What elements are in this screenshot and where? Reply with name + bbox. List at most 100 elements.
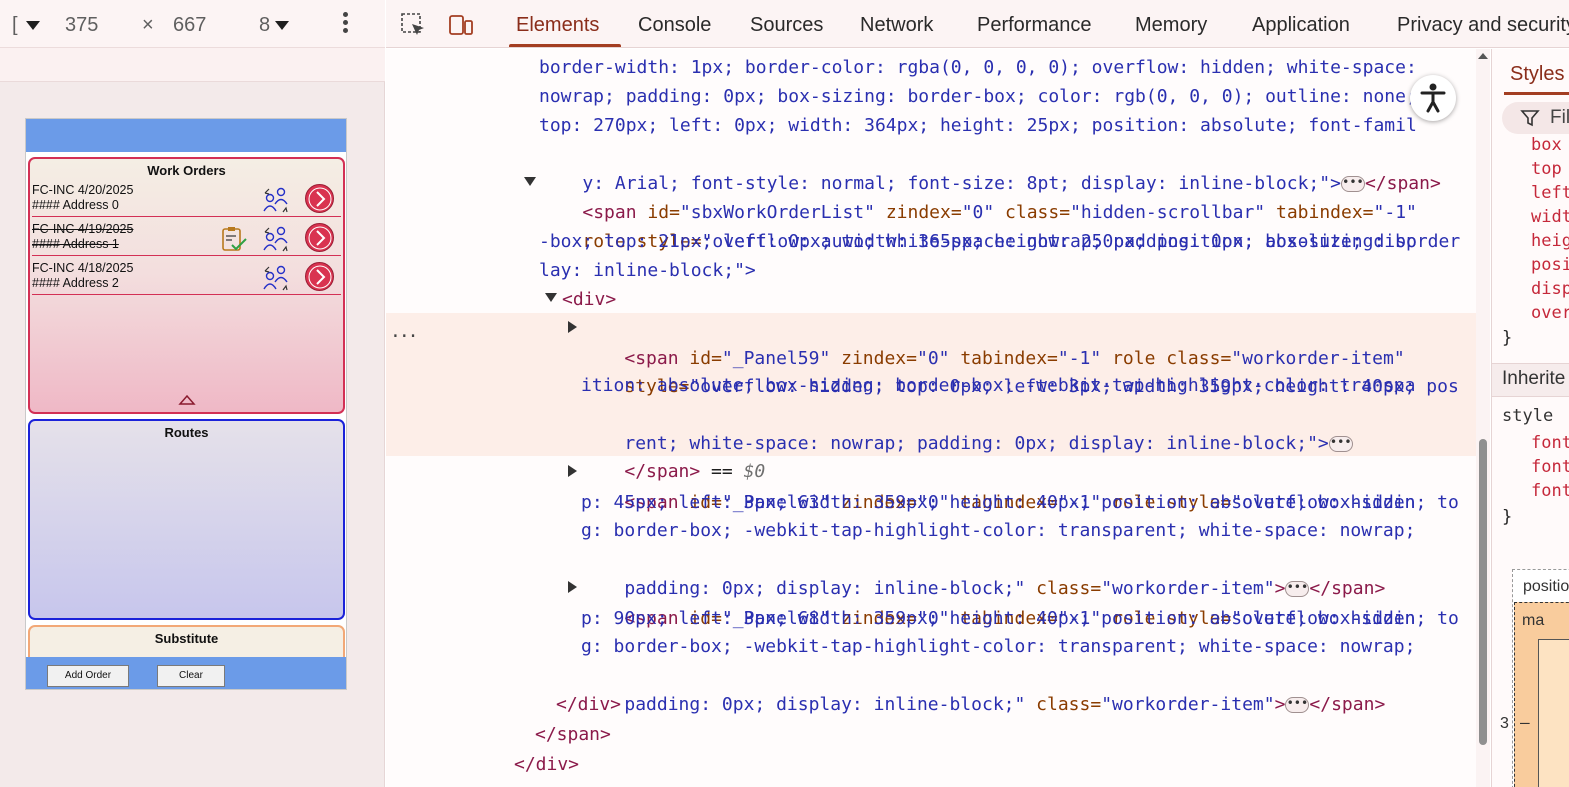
tab-memory[interactable]: Memory [1135,14,1207,37]
app-footer-bar: Add Order Clear [26,657,346,689]
collapse-node-icon[interactable] [545,293,557,302]
collapse-triangle-icon[interactable] [178,394,196,406]
style-prop[interactable]: font [1531,479,1569,503]
device-toggle-icon[interactable] [448,12,474,38]
device-select[interactable]: [ [12,12,18,38]
code-line: g: border-box; -webkit-tap-highlight-col… [581,520,1416,541]
active-tab-indicator [1504,92,1569,95]
code-line: </div> [556,694,622,715]
crew-swap-icon[interactable] [261,263,291,293]
code-line[interactable]: <span id="_Panel59" zindex="0" tabindex=… [581,315,1404,369]
style-prop[interactable]: heig [1531,229,1569,253]
styles-filter-input[interactable]: Fil [1502,102,1569,134]
substitute-title: Substitute [154,631,219,646]
code-line[interactable]: <span id="_Panel68" zindex="0" tabindex=… [581,575,1459,629]
code-line: padding: 0px; display: inline-block;" cl… [581,545,1385,599]
node-actions-icon[interactable]: ... [390,321,418,342]
style-brace: } [1502,328,1513,348]
work-order-address: #### Address 1 [32,237,119,251]
scroll-up-icon[interactable] [1478,53,1488,59]
expand-node-icon[interactable] [568,465,577,477]
inspect-element-icon[interactable] [400,12,426,38]
box-model-border [1538,639,1569,787]
routes-title: Routes [164,425,209,440]
zoom-select[interactable]: 8 [259,12,270,38]
code-line: style="overflow: hidden; top: 0px; left:… [581,343,1458,397]
accessibility-tree-button[interactable] [1410,75,1456,121]
code-line[interactable]: <span id="_Panel63" zindex="0" tabindex=… [581,459,1459,513]
expand-ellipsis[interactable]: ••• [1285,697,1310,713]
code-line: </span> == $0 [581,428,765,482]
more-options-icon[interactable] [340,12,350,36]
style-prop[interactable]: left [1531,181,1569,205]
code-line: y: Arial; font-style: normal; font-size:… [539,140,1440,194]
code-line[interactable]: <span id="sbxWorkOrderList" zindex="0" c… [539,169,1417,223]
expand-ellipsis[interactable]: ••• [1328,436,1353,452]
style-prop[interactable]: font [1531,431,1569,455]
code-tag: </span> [1309,694,1386,715]
crew-swap-icon[interactable] [261,224,291,254]
work-orders-panel: Work Orders FC-INC 4/20/2025 #### Addres… [28,157,345,414]
clear-button[interactable]: Clear [157,665,225,687]
style-prop[interactable]: posi [1531,253,1569,277]
code-attr: class= [1025,694,1102,715]
dom-tree-scrollbar[interactable] [1476,49,1490,787]
viewport-height-input[interactable]: 667 [173,12,206,38]
work-orders-title: Work Orders [147,163,226,178]
open-work-order-button[interactable] [305,184,334,213]
dimension-separator: × [142,14,154,36]
style-prop[interactable]: box [1531,133,1562,157]
code-line[interactable]: <div> [562,285,616,314]
code-line: p: 45px; left: 3px; width: 359px; height… [581,492,1416,513]
expand-node-icon[interactable] [568,321,577,333]
collapse-node-icon[interactable] [524,177,536,186]
viewport-width-input[interactable]: 375 [65,12,98,38]
style-prop[interactable]: top [1531,157,1562,181]
code-line: g: border-box; -webkit-tap-highlight-col… [581,636,1416,657]
code-line: </div> [514,754,580,775]
style-prop[interactable]: disp [1531,277,1569,301]
box-model-dash: – [1520,713,1530,732]
style-selector: style [1502,406,1554,426]
code-value: padding: 0px; display: inline-block;" [624,694,1026,715]
tab-privacy-security[interactable]: Privacy and security [1397,14,1569,37]
code-line: border-width: 1px; border-color: rgba(0,… [539,57,1417,78]
code-line: role style="overflow: auto; white-space:… [539,198,1460,252]
chevron-down-icon[interactable] [26,21,40,30]
code-line: rent; white-space: nowrap; padding: 0px;… [581,400,1353,454]
tab-network[interactable]: Network [860,14,933,37]
tab-elements[interactable]: Elements [516,14,599,37]
tab-console[interactable]: Console [638,14,711,37]
add-order-button[interactable]: Add Order [47,665,129,687]
work-order-item[interactable]: FC-INC 4/19/2025 #### Address 1 [32,220,341,256]
box-model-position-label: positio [1523,578,1569,595]
tab-performance[interactable]: Performance [977,14,1092,37]
box-model-margin-label: ma [1522,612,1545,629]
work-order-address: #### Address 2 [32,276,119,290]
work-order-title: FC-INC 4/20/2025 [32,183,134,197]
work-order-item[interactable]: FC-INC 4/18/2025 #### Address 2 [32,259,341,295]
tab-sources[interactable]: Sources [750,14,823,37]
device-emulation-pane: [ 375 × 667 8 Work Orders FC-INC 4/20/20… [0,0,385,787]
open-work-order-button[interactable] [305,262,334,291]
open-work-order-button[interactable] [305,223,334,252]
style-prop[interactable]: over [1531,301,1569,325]
code-line: ition: absolute; box-sizing: border-box;… [581,375,1416,396]
scrollbar-thumb[interactable] [1479,439,1487,745]
code-value: "workorder-item" [1101,694,1275,715]
work-order-title: FC-INC 4/18/2025 [32,261,134,275]
crew-swap-icon[interactable] [261,185,291,215]
chevron-down-icon[interactable] [275,21,289,30]
style-prop[interactable]: font [1531,455,1569,479]
box-model-value[interactable]: 3 [1500,715,1509,733]
code-line: </span> [535,724,611,745]
style-prop[interactable]: widt [1531,205,1569,229]
code-tag: > [1274,694,1286,715]
device-ruler-bar [0,48,385,82]
filter-icon [1520,110,1540,127]
work-order-item[interactable]: FC-INC 4/20/2025 #### Address 0 [32,181,341,217]
tab-application[interactable]: Application [1252,14,1350,37]
chevron-right-icon [308,187,332,211]
expand-node-icon[interactable] [568,581,577,593]
tab-styles[interactable]: Styles [1510,63,1564,86]
